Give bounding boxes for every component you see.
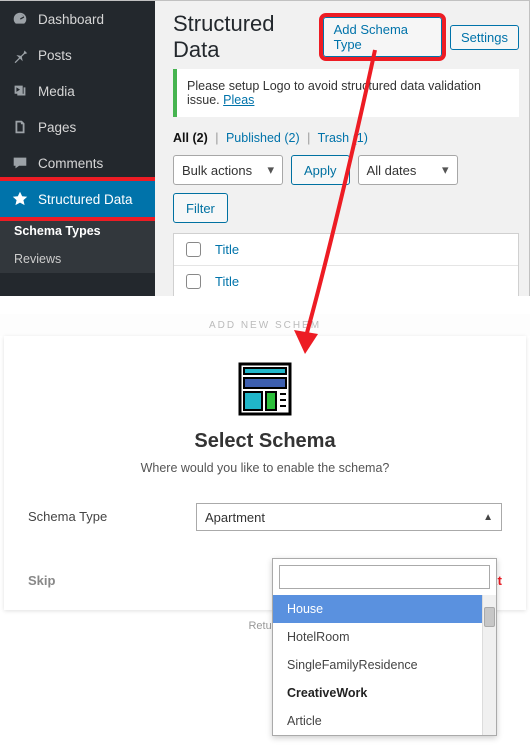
table-footer-row: Title — [174, 266, 518, 296]
filter-button[interactable]: Filter — [173, 193, 228, 223]
dropdown-item-singlefamilyresidence[interactable]: SingleFamilyResidence — [273, 651, 496, 679]
dropdown-group-creativework: CreativeWork — [273, 679, 496, 707]
dropdown-search-input[interactable] — [279, 565, 490, 589]
media-icon — [10, 81, 30, 101]
page-title: Structured Data — [173, 11, 315, 63]
schema-list-table: Title Title — [173, 233, 519, 296]
date-filter-label: All dates — [367, 163, 417, 178]
schema-type-value: Apartment — [205, 510, 265, 525]
sidebar-item-media[interactable]: Media — [0, 73, 155, 109]
sidebar-item-label: Comments — [38, 156, 103, 171]
table-header-row: Title — [174, 234, 518, 266]
chevron-down-icon: ▾ — [267, 162, 274, 178]
schema-subheading: Where would you like to enable the schem… — [28, 461, 502, 475]
select-all-checkbox[interactable] — [186, 242, 201, 257]
sidebar-item-dashboard[interactable]: Dashboard — [0, 1, 155, 37]
submenu-item-schema-types[interactable]: Schema Types — [0, 217, 155, 245]
sidebar-item-pages[interactable]: Pages — [0, 109, 155, 145]
gauge-icon — [10, 9, 30, 29]
dropdown-list: House HotelRoom SingleFamilyResidence Cr… — [273, 595, 496, 735]
schema-type-row: Schema Type Apartment ▲ — [28, 503, 502, 531]
triangle-up-icon: ▲ — [483, 512, 493, 523]
sidebar-item-structured-data[interactable]: Structured Data — [0, 181, 155, 217]
wp-admin-panel: Dashboard Posts Media Pages Comments — [0, 0, 530, 296]
top-toolbar: Bulk actions ▾ Apply All dates ▾ Filter — [173, 155, 519, 223]
status-filter: All (2) | Published (2) | Trash (1) — [173, 131, 519, 145]
schema-layout-icon — [238, 362, 292, 416]
pushpin-icon — [10, 45, 30, 65]
comment-icon — [10, 153, 30, 173]
sidebar-item-label: Pages — [38, 120, 76, 135]
column-title[interactable]: Title — [215, 274, 239, 289]
dropdown-item-house[interactable]: House — [273, 595, 496, 623]
star-icon — [10, 189, 30, 209]
sidebar-item-label: Dashboard — [38, 12, 104, 27]
chevron-down-icon: ▾ — [442, 162, 449, 178]
apply-button[interactable]: Apply — [291, 155, 350, 185]
filter-trash[interactable]: Trash (1) — [318, 131, 368, 145]
select-all-checkbox[interactable] — [186, 274, 201, 289]
bulk-actions-select[interactable]: Bulk actions ▾ — [173, 155, 283, 185]
sidebar-item-label: Structured Data — [38, 192, 133, 207]
dropdown-scrollbar[interactable] — [482, 595, 496, 735]
step-crumb: ADD NEW SCHEM — [0, 314, 530, 336]
settings-button[interactable]: Settings — [450, 25, 519, 50]
sidebar-submenu: Schema Types Reviews — [0, 217, 155, 273]
schema-type-dropdown: House HotelRoom SingleFamilyResidence Cr… — [272, 558, 497, 736]
dropdown-item-hotelroom[interactable]: HotelRoom — [273, 623, 496, 651]
schema-heading: Select Schema — [28, 430, 502, 453]
bulk-actions-label: Bulk actions — [182, 163, 252, 178]
column-title[interactable]: Title — [215, 242, 239, 257]
filter-published[interactable]: Published (2) — [226, 131, 300, 145]
sidebar-item-label: Media — [38, 84, 75, 99]
date-filter-select[interactable]: All dates ▾ — [358, 155, 458, 185]
skip-button[interactable]: Skip — [28, 573, 55, 588]
schema-type-select[interactable]: Apartment ▲ — [196, 503, 502, 531]
filter-all[interactable]: All (2) — [173, 131, 208, 145]
submenu-item-reviews[interactable]: Reviews — [0, 245, 155, 273]
sidebar-item-label: Posts — [38, 48, 72, 63]
validation-notice: Please setup Logo to avoid structured da… — [173, 69, 519, 117]
admin-content: Structured Data Add Schema Type Settings… — [155, 1, 529, 296]
notice-link[interactable]: Pleas — [223, 93, 254, 107]
sidebar-item-posts[interactable]: Posts — [0, 37, 155, 73]
schema-type-label: Schema Type — [28, 503, 178, 524]
add-schema-type-button[interactable]: Add Schema Type — [323, 17, 442, 57]
sidebar-item-comments[interactable]: Comments — [0, 145, 155, 181]
dropdown-item-article[interactable]: Article — [273, 707, 496, 735]
dropdown-search-wrap — [273, 559, 496, 595]
page-header: Structured Data Add Schema Type Settings — [173, 11, 519, 63]
pages-icon — [10, 117, 30, 137]
admin-sidebar: Dashboard Posts Media Pages Comments — [0, 1, 155, 296]
scrollbar-thumb[interactable] — [484, 607, 495, 627]
